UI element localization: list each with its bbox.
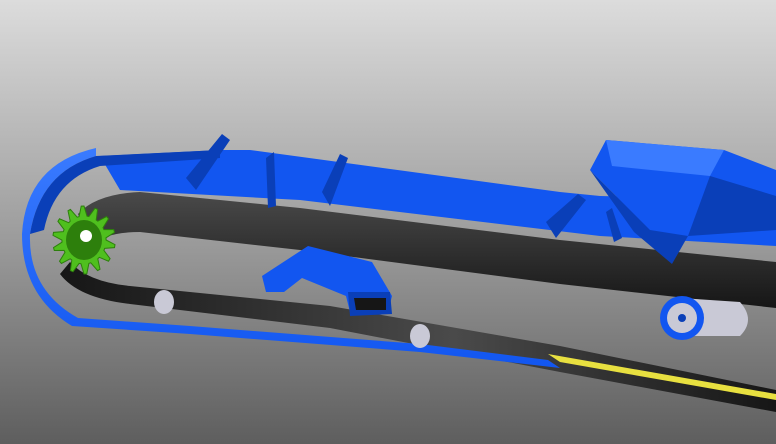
sprocket-bore — [80, 230, 92, 242]
3d-viewport[interactable] — [0, 0, 776, 444]
tail-pulley-icon — [660, 296, 748, 340]
conveyor-scene[interactable] — [0, 0, 776, 444]
